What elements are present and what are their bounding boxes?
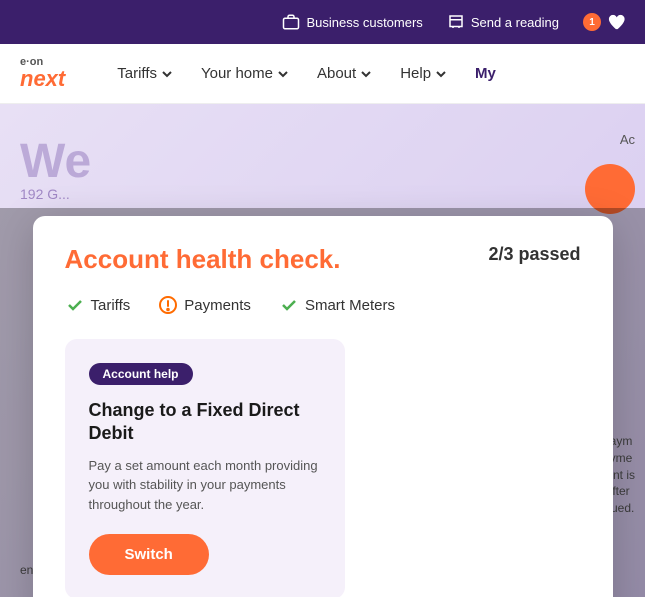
check-pass-icon: [65, 295, 85, 315]
bg-subtext: 192 G...: [20, 186, 70, 202]
logo-next: next: [20, 68, 65, 90]
business-customers-label: Business customers: [306, 15, 422, 30]
nav-item-tariffs[interactable]: Tariffs: [105, 57, 185, 90]
chevron-down-icon: [360, 68, 372, 80]
check-warn-icon: [158, 295, 178, 315]
nav-item-about[interactable]: About: [305, 57, 384, 90]
page-background: We 192 G... Ac t paym payme ment is s af…: [0, 104, 645, 597]
main-nav: e·on next Tariffs Your home About Help M…: [0, 44, 645, 104]
notification-badge: 1: [583, 13, 601, 31]
modal-score: 2/3 passed: [488, 244, 580, 265]
send-reading-label: Send a reading: [471, 15, 559, 30]
modal-header: Account health check. 2/3 passed: [65, 244, 581, 275]
bg-right-label: Ac: [620, 132, 635, 147]
check-payments-label: Payments: [184, 297, 251, 314]
check-item-tariffs: Tariffs: [65, 295, 131, 315]
nav-items: Tariffs Your home About Help My: [105, 57, 508, 90]
nav-item-help[interactable]: Help: [388, 57, 459, 90]
nav-tariffs-label: Tariffs: [117, 65, 157, 82]
account-help-card: Account help Change to a Fixed Direct De…: [65, 339, 345, 597]
bg-right-circle: [585, 164, 635, 214]
check-item-payments: Payments: [158, 295, 251, 315]
check-smart-meters-label: Smart Meters: [305, 297, 395, 314]
meter-icon: [447, 13, 465, 31]
business-customers-link[interactable]: Business customers: [282, 13, 422, 31]
chevron-down-icon: [161, 68, 173, 80]
check-tariffs-label: Tariffs: [91, 297, 131, 314]
card-description: Pay a set amount each month providing yo…: [89, 456, 321, 515]
logo: e·on next: [20, 57, 65, 90]
nav-help-label: Help: [400, 65, 431, 82]
check-item-smart-meters: Smart Meters: [279, 295, 395, 315]
chevron-down-icon: [435, 68, 447, 80]
nav-item-my[interactable]: My: [463, 57, 508, 90]
card-title: Change to a Fixed Direct Debit: [89, 399, 321, 446]
notification-link[interactable]: 1: [583, 13, 625, 31]
send-reading-link[interactable]: Send a reading: [447, 13, 559, 31]
nav-your-home-label: Your home: [201, 65, 273, 82]
check-items: Tariffs Payments: [65, 295, 581, 315]
card-badge: Account help: [89, 363, 193, 385]
switch-button[interactable]: Switch: [89, 534, 209, 575]
nav-about-label: About: [317, 65, 356, 82]
check-pass-icon-2: [279, 295, 299, 315]
account-health-modal: Account health check. 2/3 passed Tariffs: [33, 216, 613, 597]
nav-item-your-home[interactable]: Your home: [189, 57, 301, 90]
chevron-down-icon: [277, 68, 289, 80]
heart-icon: [607, 13, 625, 31]
modal-overlay: Account health check. 2/3 passed Tariffs: [0, 208, 645, 597]
bg-heading: We: [0, 134, 91, 189]
modal-title: Account health check.: [65, 244, 341, 275]
nav-my-label: My: [475, 65, 496, 82]
briefcase-icon: [282, 13, 300, 31]
top-bar: Business customers Send a reading 1: [0, 0, 645, 44]
